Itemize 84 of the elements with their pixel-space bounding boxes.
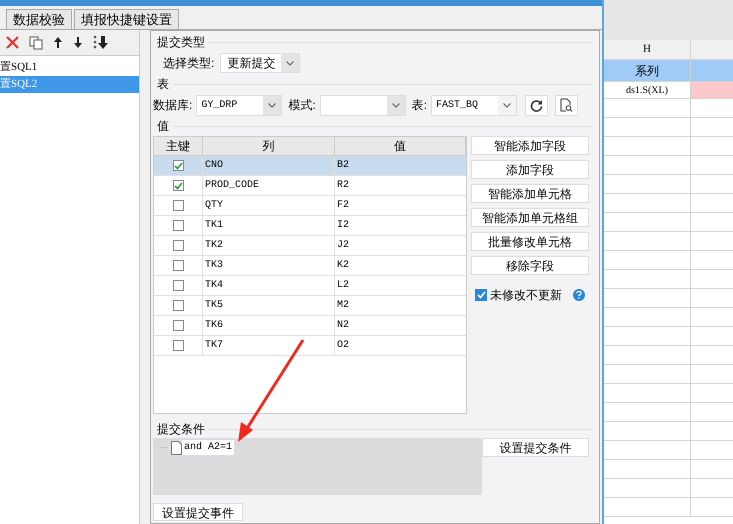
column-header[interactable]: 列 [203, 137, 335, 155]
table-row[interactable]: TK2 J2 [154, 236, 466, 256]
table-cell-text: R2 [336, 179, 350, 193]
field-label: 模式: [288, 97, 316, 114]
list-item[interactable]: 置SQL1 [0, 59, 139, 76]
table-cell-text: O2 [336, 339, 350, 353]
action-button[interactable]: 添加字段 [471, 160, 589, 179]
section-title: 提交类型 [156, 34, 205, 51]
table-cell-text: B2 [336, 159, 350, 173]
checkbox[interactable] [172, 340, 184, 351]
set-event-button[interactable]: 设置提交事件 [153, 503, 243, 521]
table-row[interactable]: TK3 K2 [154, 256, 466, 276]
table-cell-text: K2 [336, 259, 350, 273]
table-cell-text: L2 [336, 279, 350, 293]
checkbox[interactable] [475, 289, 487, 301]
action-button[interactable]: 移除字段 [471, 256, 589, 275]
table-cell-text: M2 [336, 299, 350, 313]
table-cell-text: F2 [336, 199, 350, 213]
column-header[interactable]: 值 [335, 137, 466, 155]
move-bottom-icon[interactable] [93, 35, 109, 50]
table-cell: TK5 [203, 296, 335, 315]
down-arrow-icon[interactable] [73, 36, 83, 49]
table-cell-text: J2 [336, 239, 350, 253]
copy-icon[interactable] [29, 36, 43, 50]
table-cell: PROD_CODE [203, 176, 335, 195]
type-dropdown[interactable]: 更新提交 [220, 53, 300, 73]
field-label: 数据库: [153, 97, 192, 114]
table-row[interactable]: PROD_CODE R2 [154, 176, 466, 196]
tab[interactable]: 填报快捷键设置 [74, 9, 179, 29]
action-button[interactable]: 智能添加单元格组 [471, 208, 589, 227]
set-condition-button[interactable]: 设置提交条件 [482, 438, 589, 457]
table-cell-text: N2 [336, 319, 350, 333]
refresh-button[interactable] [525, 94, 548, 116]
checkbox[interactable] [172, 280, 184, 291]
table-row[interactable]: TK4 L2 [154, 276, 466, 296]
checkbox[interactable] [172, 200, 184, 211]
table-dropdown[interactable]: FAST_BQ [431, 94, 518, 116]
table-cell: TK6 [203, 316, 335, 335]
section-title: 表 [156, 76, 169, 93]
table-row[interactable]: TK5 M2 [154, 296, 466, 316]
table-cell: TK4 [203, 276, 335, 295]
chevron-down-icon [503, 102, 512, 108]
table-row[interactable]: TK7 O2 [154, 336, 466, 356]
delete-icon[interactable] [6, 36, 19, 49]
table-cell: TK1 [203, 216, 335, 235]
table-cell-text: I2 [336, 219, 350, 233]
checkbox[interactable] [172, 180, 184, 191]
up-arrow-icon[interactable] [53, 36, 63, 49]
database-dropdown[interactable]: GY_DRP [196, 94, 282, 116]
checkbox[interactable] [172, 260, 184, 271]
preview-button[interactable] [555, 94, 578, 116]
field-label: 表: [412, 97, 428, 114]
highlighted-cell [691, 82, 733, 98]
chevron-down-icon [268, 102, 276, 108]
refresh-icon [530, 98, 544, 112]
table-row[interactable]: TK6 N2 [154, 316, 466, 336]
checkbox-label: 未修改不更新 [490, 287, 562, 304]
table-row[interactable]: QTY F2 [154, 196, 466, 216]
table-cell: TK3 [203, 256, 335, 275]
sheet-cell: 系列 [604, 60, 691, 81]
tab[interactable]: 数据校验 [6, 9, 72, 29]
action-button[interactable]: 智能添加字段 [471, 136, 589, 155]
chevron-down-icon [392, 102, 400, 108]
checkbox[interactable] [172, 160, 184, 171]
action-button[interactable]: 智能添加单元格 [471, 184, 589, 203]
table-row[interactable]: TK1 I2 [154, 216, 466, 236]
condition-item[interactable]: and A2=1 [182, 440, 234, 455]
table-row[interactable]: CNO B2 [154, 156, 466, 176]
field-label: 选择类型: [163, 55, 214, 72]
table-cell: CNO [203, 156, 335, 175]
checkbox[interactable] [172, 240, 184, 251]
checkbox[interactable] [172, 220, 184, 231]
help-icon[interactable] [573, 289, 585, 301]
table-cell: TK2 [203, 236, 335, 255]
section-title: 提交条件 [156, 421, 205, 438]
section-title: 值 [156, 118, 169, 135]
action-button[interactable]: 批量修改单元格 [471, 232, 589, 251]
table-cell: QTY [203, 196, 335, 215]
checkbox[interactable] [172, 300, 184, 311]
document-search-icon [560, 98, 574, 112]
table-cell: TK7 [203, 336, 335, 355]
chevron-down-icon [286, 60, 294, 66]
column-header[interactable]: 主键 [154, 137, 203, 155]
checkbox[interactable] [172, 320, 184, 331]
